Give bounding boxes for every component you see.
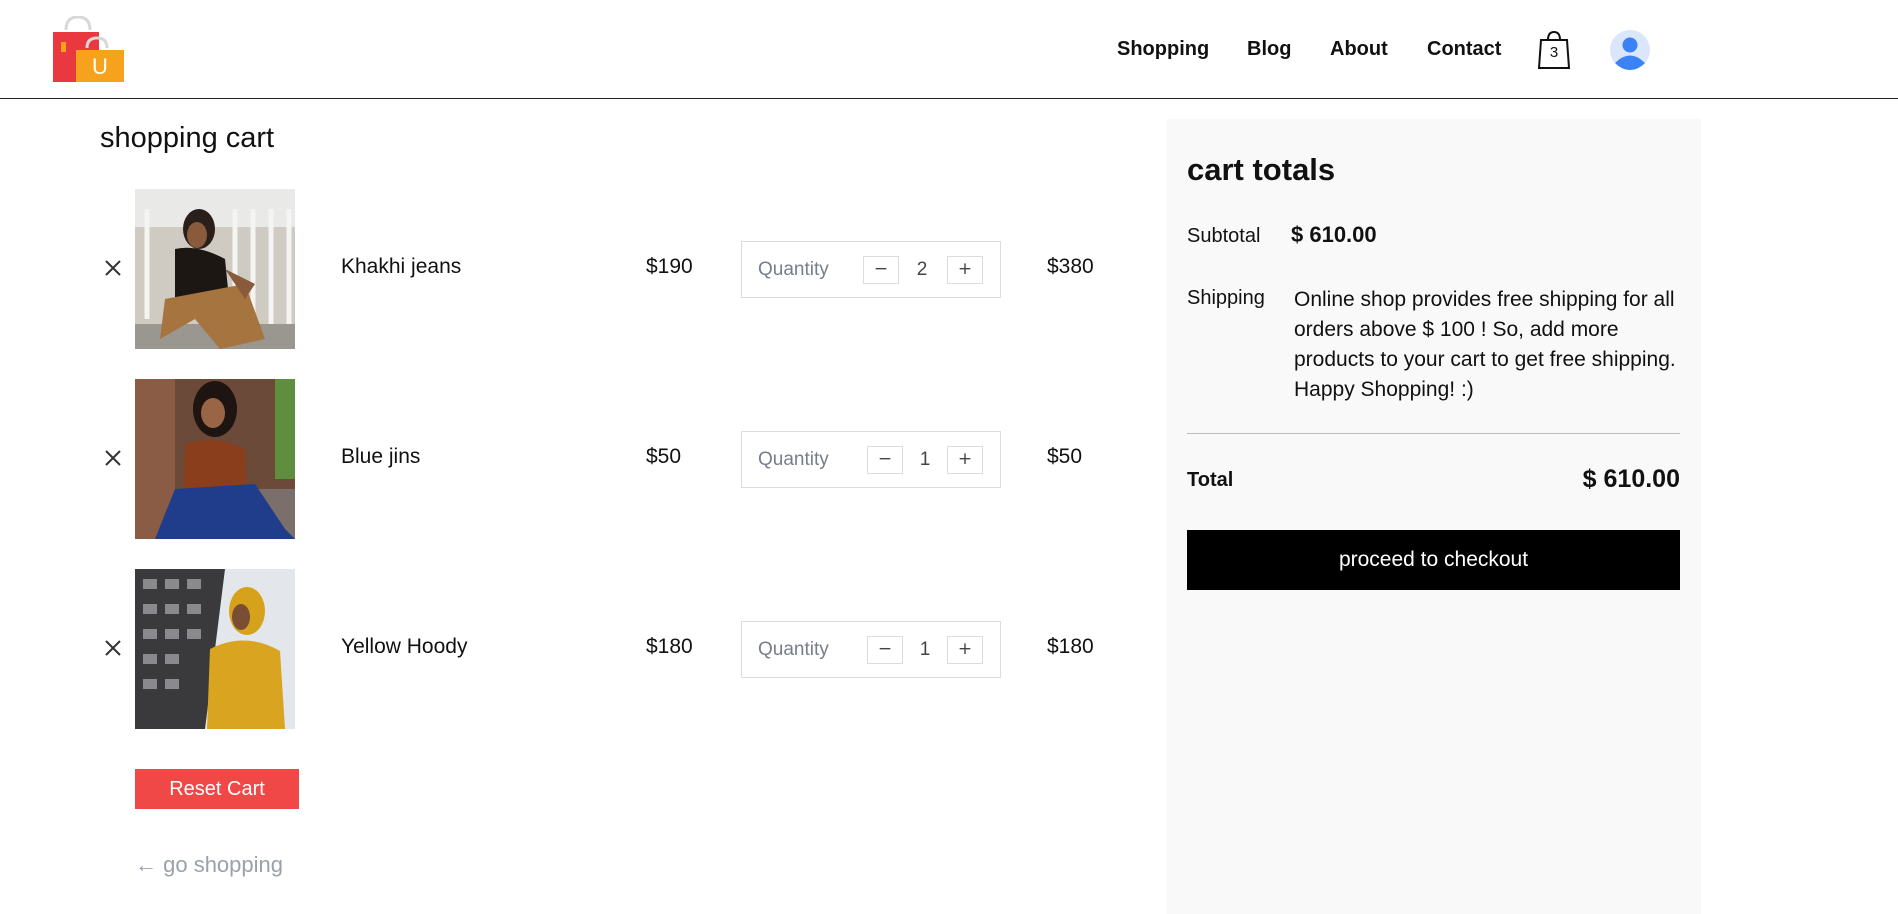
subtotal-label: Subtotal	[1187, 225, 1261, 247]
site-header: U Shopping Blog About Contact 3	[0, 0, 1898, 99]
remove-item-close-icon[interactable]	[102, 447, 124, 469]
quantity-value: 1	[919, 449, 931, 470]
product-image-khakhi-jeans[interactable]	[135, 189, 295, 349]
product-image-blue-jins[interactable]	[135, 379, 295, 539]
nav-blog[interactable]: Blog	[1247, 36, 1291, 62]
product-image-yellow-hoody[interactable]	[135, 569, 295, 729]
product-price: $190	[646, 255, 693, 278]
decrement-button[interactable]: −	[863, 256, 899, 284]
cart-totals-panel: cart totals Subtotal $ 610.00 Shipping O…	[1166, 119, 1701, 914]
product-name: Yellow Hoody	[341, 635, 468, 658]
line-total: $180	[1047, 635, 1094, 658]
cart-bag-icon[interactable]: 3	[1537, 30, 1571, 70]
subtotal-value: $ 610.00	[1291, 222, 1377, 247]
increment-button[interactable]: +	[947, 636, 983, 664]
product-name: Khakhi jeans	[341, 255, 462, 278]
quantity-value: 1	[919, 639, 931, 660]
proceed-to-checkout-button[interactable]: proceed to checkout	[1187, 530, 1680, 590]
cart-row: Khakhi jeans $190 Quantity − 2 + $380	[0, 189, 1140, 349]
go-shopping-link[interactable]: ← go shopping	[135, 852, 283, 878]
quantity-stepper: Quantity − 1 +	[741, 621, 1001, 678]
nav-about[interactable]: About	[1330, 36, 1388, 62]
quantity-stepper: Quantity − 1 +	[741, 431, 1001, 488]
quantity-label: Quantity	[758, 449, 829, 470]
product-price: $180	[646, 635, 693, 658]
cart-row: Blue jins $50 Quantity − 1 + $50	[0, 379, 1140, 539]
user-avatar-icon[interactable]	[1610, 30, 1650, 70]
total-value: $ 610.00	[1582, 465, 1680, 493]
shipping-label: Shipping	[1187, 287, 1265, 309]
cart-row: Yellow Hoody $180 Quantity − 1 + $180	[0, 569, 1140, 729]
nav-shopping[interactable]: Shopping	[1117, 36, 1209, 62]
remove-item-close-icon[interactable]	[102, 257, 124, 279]
nav-contact[interactable]: Contact	[1427, 36, 1501, 62]
quantity-value: 2	[916, 259, 928, 280]
product-name: Blue jins	[341, 445, 421, 468]
total-label: Total	[1187, 469, 1234, 491]
totals-divider	[1187, 433, 1680, 434]
increment-button[interactable]: +	[947, 256, 983, 284]
quantity-label: Quantity	[758, 259, 829, 280]
line-total: $380	[1047, 255, 1094, 278]
page-title: shopping cart	[100, 122, 275, 154]
increment-button[interactable]: +	[947, 446, 983, 474]
reset-cart-button[interactable]: Reset Cart	[135, 769, 299, 809]
line-total: $50	[1047, 445, 1083, 468]
cart-totals-title: cart totals	[1187, 152, 1336, 187]
shipping-info-text: Online shop provides free shipping for a…	[1294, 288, 1676, 401]
cart-count-badge: 3	[1549, 44, 1559, 61]
remove-item-close-icon[interactable]	[102, 637, 124, 659]
product-price: $50	[646, 445, 682, 468]
quantity-label: Quantity	[758, 639, 829, 660]
decrement-button[interactable]: −	[867, 636, 903, 664]
decrement-button[interactable]: −	[867, 446, 903, 474]
quantity-stepper: Quantity − 2 +	[741, 241, 1001, 298]
